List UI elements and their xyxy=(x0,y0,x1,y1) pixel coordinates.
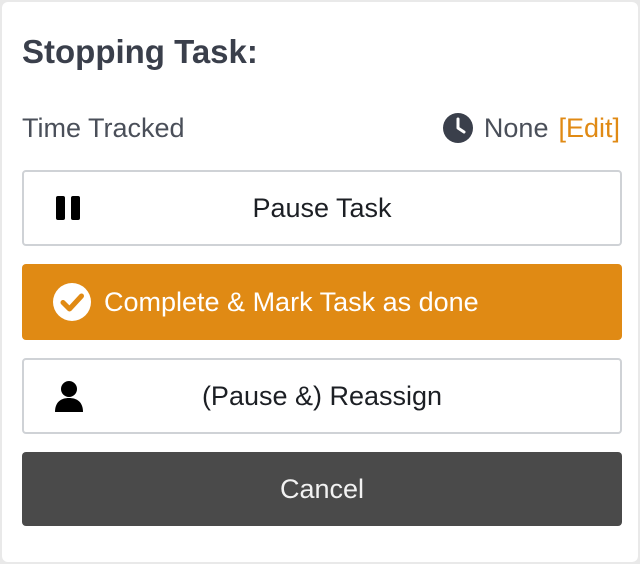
pause-task-button[interactable]: Pause Task xyxy=(22,170,622,246)
stop-task-dialog: Stopping Task: Time Tracked None [Edit] … xyxy=(2,2,638,562)
reassign-button[interactable]: (Pause &) Reassign xyxy=(22,358,622,434)
clock-icon xyxy=(442,113,473,143)
time-tracked-value: None xyxy=(483,112,549,143)
dialog-title: Stopping Task: xyxy=(22,33,258,70)
edit-time-link[interactable]: [Edit] xyxy=(558,113,620,144)
time-tracked-label: Time Tracked xyxy=(22,112,185,143)
check-circle-icon xyxy=(52,282,92,322)
cancel-button[interactable]: Cancel xyxy=(22,452,622,526)
complete-task-label: Complete & Mark Task as done xyxy=(104,286,479,317)
time-tracked-value-group: None [Edit] xyxy=(442,112,620,144)
pause-task-label: Pause Task xyxy=(252,192,392,223)
pause-icon xyxy=(54,194,82,222)
time-tracked-row: Time Tracked None [Edit] xyxy=(22,110,620,146)
cancel-label: Cancel xyxy=(279,473,365,504)
user-icon xyxy=(54,380,84,412)
reassign-label: (Pause &) Reassign xyxy=(201,380,443,411)
complete-task-button[interactable]: Complete & Mark Task as done xyxy=(22,264,622,340)
